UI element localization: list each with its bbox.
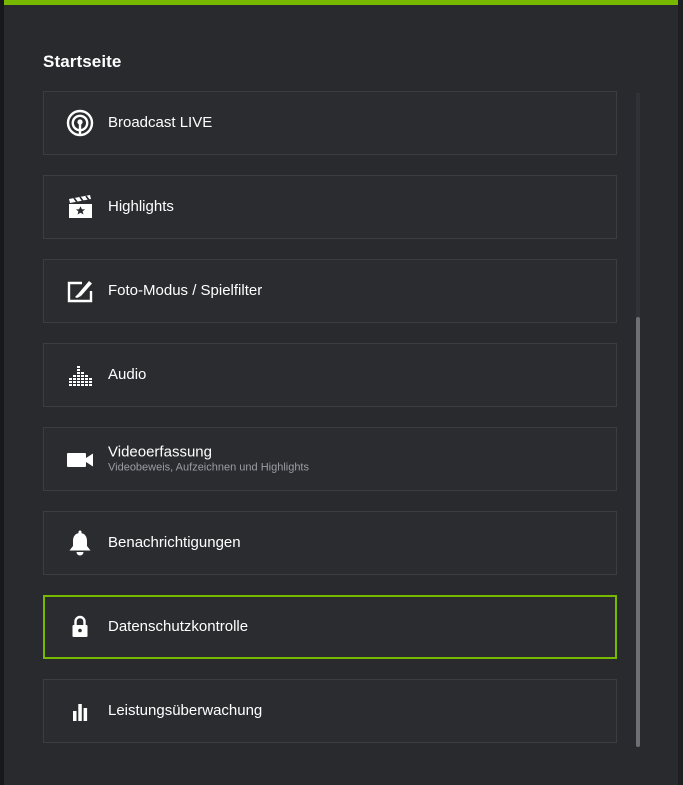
menu-item-label: Benachrichtigungen xyxy=(108,534,241,551)
broadcast-icon xyxy=(66,109,94,137)
menu-item-highlights[interactable]: Highlights xyxy=(43,175,617,239)
menu-item-sublabel: Videobeweis, Aufzeichnen und Highlights xyxy=(108,461,309,474)
menu-item-photo-mode[interactable]: Foto-Modus / Spielfilter xyxy=(43,259,617,323)
menu-item-video-capture[interactable]: Videoerfassung Videobeweis, Aufzeichnen … xyxy=(43,427,617,491)
menu-item-audio[interactable]: Audio xyxy=(43,343,617,407)
settings-menu: Broadcast LIVE Highlights Foto-Modus / S… xyxy=(43,91,617,763)
menu-item-label: Videoerfassung xyxy=(108,443,212,461)
photo-edit-icon xyxy=(66,277,94,305)
scrollbar-thumb[interactable] xyxy=(636,317,640,747)
lock-icon xyxy=(66,613,94,641)
equalizer-icon xyxy=(66,361,94,389)
menu-item-notifications[interactable]: Benachrichtigungen xyxy=(43,511,617,575)
settings-panel: Startseite Broadcast LIVE Highlights Fot xyxy=(4,0,678,785)
window-edge xyxy=(678,0,683,785)
bar-chart-icon xyxy=(66,697,94,725)
menu-item-label: Datenschutzkontrolle xyxy=(108,618,249,635)
menu-item-label: Broadcast LIVE xyxy=(108,114,213,131)
menu-item-label: Highlights xyxy=(108,198,174,215)
menu-item-label: Leistungsüberwachung xyxy=(108,702,263,719)
bell-icon xyxy=(66,529,94,557)
menu-item-label: Audio xyxy=(108,366,147,383)
menu-item-privacy-control[interactable]: Datenschutzkontrolle xyxy=(43,595,617,659)
menu-item-broadcast-live[interactable]: Broadcast LIVE xyxy=(43,91,617,155)
video-camera-icon xyxy=(66,445,94,473)
clapperboard-star-icon xyxy=(66,193,94,221)
menu-item-performance-monitoring[interactable]: Leistungsüberwachung xyxy=(43,679,617,743)
panel-title: Startseite xyxy=(43,52,122,71)
menu-item-label: Foto-Modus / Spielfilter xyxy=(108,282,263,299)
